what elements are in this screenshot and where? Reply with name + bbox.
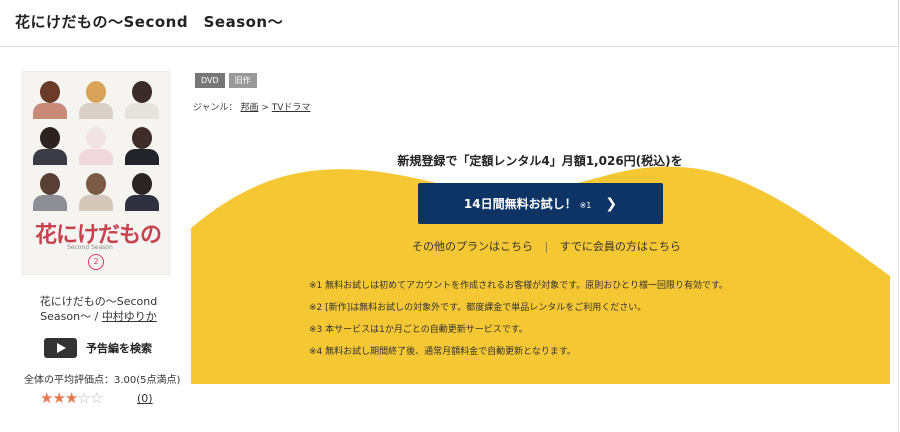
dvd-badge: DVD (195, 73, 225, 88)
link-separator: | (544, 240, 549, 253)
genre-breadcrumb: ジャンル： 邦画 > TVドラマ (193, 100, 310, 113)
star-filled-icon: ★ (52, 389, 65, 407)
plan-links: その他のプランはこちら | すでに会員の方はこちら (412, 238, 681, 254)
page-header: 花にけだもの〜Second Season〜 (0, 0, 899, 47)
trailer-search-label: 予告編を検索 (86, 342, 152, 355)
jacket-volume: 2 (88, 254, 104, 270)
jacket-subtitle: Second Season (67, 244, 113, 251)
breadcrumb-separator: > (261, 103, 269, 113)
review-count-link[interactable]: (0) (137, 392, 153, 405)
page-frame (898, 46, 899, 432)
star-filled-icon: ★ (64, 389, 78, 407)
free-trial-note: ※1 (579, 201, 592, 210)
page-title: 花にけだもの〜Second Season〜 (15, 13, 284, 31)
play-icon (44, 338, 77, 358)
cast-photo (120, 75, 164, 119)
cast-photo (28, 167, 72, 211)
author-separator: / (91, 310, 102, 323)
free-trial-label: 14日間無料お試し！ (463, 197, 577, 211)
promo-note: ※1 無料お試しは初めてアカウントを作成されるお客様が対象です。原則おひとり様一… (309, 281, 729, 291)
cast-photo (74, 75, 118, 119)
genre-link-hoga[interactable]: 邦画 (240, 103, 258, 113)
genre-label: ジャンル： (193, 103, 238, 113)
old-release-badge: 旧作 (228, 73, 257, 88)
promo-headline: 新規登録で「定額レンタル4」月額1,026円(税込)を (397, 154, 683, 168)
author-link[interactable]: 中村ゆりか (102, 310, 157, 323)
star-rating: ★★★☆☆ (40, 389, 103, 407)
member-login-link[interactable]: すでに会員の方はこちら (560, 240, 681, 253)
promo-notes: ※1 無料お試しは初めてアカウントを作成されるお客様が対象です。原則おひとり様一… (309, 275, 728, 363)
format-badges: DVD 旧作 (195, 73, 257, 88)
other-plans-link[interactable]: その他のプランはこちら (412, 240, 533, 253)
chevron-right-icon: ❯ (605, 195, 618, 212)
trailer-search-button[interactable]: 予告編を検索 (44, 338, 152, 358)
promo-note: ※4 無料お試し期間終了後、通常月額料金で自動更新となります。 (309, 347, 576, 357)
average-rating: 全体の平均評価点：3.00(5点満点) (24, 375, 181, 386)
promo-note: ※2 [新作]は無料お試しの対象外です。都度課金で単品レンタルをご利用ください。 (309, 303, 647, 313)
cast-photo (120, 167, 164, 211)
item-title: 花にけだもの〜Second Season〜 / 中村ゆりか (26, 294, 171, 324)
star-filled-icon: ★ (40, 389, 53, 407)
cast-photo (28, 75, 72, 119)
promo-note: ※3 本サービスは1か月ごとの自動更新サービスです。 (309, 325, 528, 335)
star-empty-icon: ☆ (77, 389, 90, 407)
cast-photo (74, 167, 118, 211)
free-trial-button[interactable]: 14日間無料お試し！ ※1 ❯ (418, 183, 663, 224)
genre-link-tv-drama[interactable]: TVドラマ (272, 103, 311, 113)
star-empty-icon: ☆ (89, 389, 103, 407)
jacket-image[interactable]: 花にけだもの Second Season 2 (22, 71, 170, 275)
